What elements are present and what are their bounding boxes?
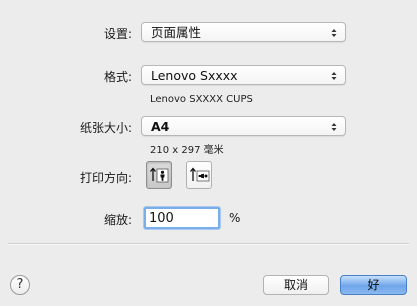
paper-size-popup-value: A4 xyxy=(151,119,170,134)
cancel-button[interactable]: 取消 xyxy=(263,275,329,295)
popup-arrows-icon xyxy=(331,122,337,132)
paper-size-label: 纸张大小: xyxy=(79,121,132,135)
format-popup[interactable]: Lenovo Sxxxx xyxy=(141,65,346,85)
format-popup-value: Lenovo Sxxxx xyxy=(151,68,238,83)
page-setup-dialog: 设置: 页面属性 格式: Lenovo Sxxxx Lenovo SXXXX C… xyxy=(0,0,417,306)
printer-detail: Lenovo SXXXX CUPS xyxy=(150,94,253,105)
scale-input[interactable] xyxy=(144,207,220,229)
help-button[interactable]: ? xyxy=(10,275,30,295)
paper-size-popup[interactable]: A4 xyxy=(141,116,346,136)
orientation-label: 打印方向: xyxy=(79,171,132,185)
ok-button[interactable]: 好 xyxy=(340,275,407,295)
popup-arrows-icon xyxy=(331,71,337,81)
format-label: 格式: xyxy=(103,70,132,84)
popup-arrows-icon xyxy=(331,28,337,38)
scale-unit: % xyxy=(229,211,241,225)
landscape-person-icon xyxy=(190,167,210,182)
paper-dimensions: 210 x 297 毫米 xyxy=(150,145,224,156)
orientation-portrait-button[interactable] xyxy=(146,161,172,189)
portrait-person-icon xyxy=(150,167,169,183)
orientation-landscape-button[interactable] xyxy=(186,161,212,189)
settings-label: 设置: xyxy=(103,27,132,41)
scale-label: 缩放: xyxy=(103,213,132,227)
settings-popup-value: 页面属性 xyxy=(151,25,202,40)
settings-popup[interactable]: 页面属性 xyxy=(141,22,346,42)
divider xyxy=(8,243,409,245)
